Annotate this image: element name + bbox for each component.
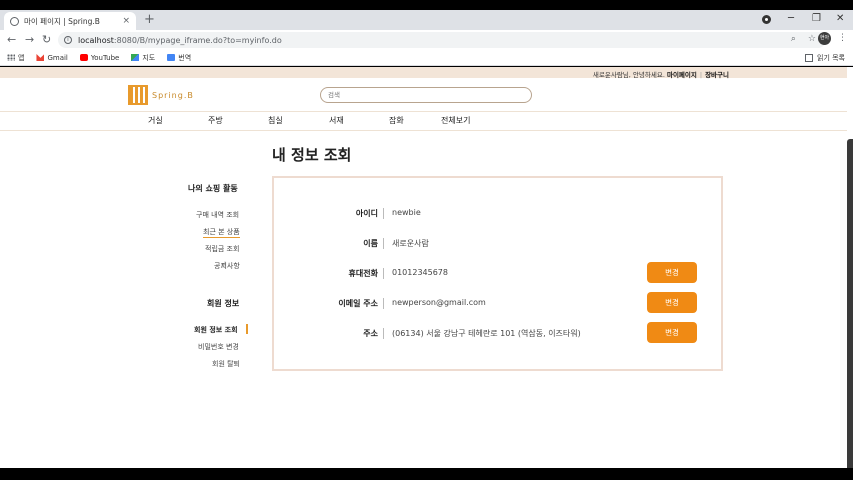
search-input[interactable] xyxy=(320,87,532,103)
row-divider xyxy=(383,268,384,279)
letterbox-bottom xyxy=(0,468,853,480)
new-tab-button[interactable]: + xyxy=(144,13,155,27)
apps-icon xyxy=(7,54,15,61)
gmail-icon xyxy=(36,54,45,61)
sidebar-item-member-info[interactable]: 회원 정보 조회 xyxy=(194,325,238,335)
logo-text: Spring.B xyxy=(152,90,194,100)
bookmark-maps[interactable]: 지도 xyxy=(131,53,155,63)
mypage-link[interactable]: 마이페이지 xyxy=(667,71,697,79)
tab-close-icon[interactable]: × xyxy=(122,16,130,26)
sidebar-shopping-heading: 나의 쇼핑 활동 xyxy=(188,184,238,193)
category-nav: 거실 주방 침실 서재 잡화 전체보기 xyxy=(0,114,847,130)
restore-button[interactable]: ❐ xyxy=(812,13,821,24)
value-phone: 01012345678 xyxy=(392,268,448,277)
label-phone: 휴대전화 xyxy=(348,269,378,278)
nav-kitchen[interactable]: 주방 xyxy=(208,115,223,126)
logo-mark-icon xyxy=(128,85,148,105)
change-email-button[interactable]: 변경 xyxy=(647,292,697,313)
label-id: 아이디 xyxy=(355,209,378,218)
nav-goods[interactable]: 잡화 xyxy=(389,115,404,126)
value-email: newperson@gmail.com xyxy=(392,298,486,307)
value-address: (06134) 서울 강남구 테헤란로 101 (역삼동, 이즈타워) xyxy=(392,329,581,338)
letterbox-top xyxy=(0,0,853,10)
row-divider xyxy=(383,208,384,219)
change-address-button[interactable]: 변경 xyxy=(647,322,697,343)
sidebar-item-points[interactable]: 적립금 조회 xyxy=(205,244,239,254)
youtube-icon xyxy=(79,54,88,61)
row-divider xyxy=(383,328,384,339)
cart-link[interactable]: 장바구니 xyxy=(705,71,729,79)
page-title: 내 정보 조회 xyxy=(272,146,352,164)
value-id: newbie xyxy=(392,208,421,217)
nav-living-room[interactable]: 거실 xyxy=(148,115,163,126)
mouse-cursor-icon: ☝ xyxy=(221,261,227,271)
page-scrollbar[interactable] xyxy=(847,139,853,468)
label-name: 이름 xyxy=(363,239,378,248)
page-viewport: 새로운사람님, 안녕하세요. 마이페이지|장바구니 Spring.B 거실 주방… xyxy=(0,67,853,468)
browser-toolbar: ← → ↻ i localhost:8080/B/mypage_iframe.d… xyxy=(0,30,853,50)
greeting-text: 새로운사람님, 안녕하세요. xyxy=(592,71,665,79)
browser-menu-icon[interactable]: ⋮ xyxy=(838,33,847,43)
address-bar[interactable]: i localhost:8080/B/mypage_iframe.do?to=m… xyxy=(58,32,826,48)
tab-title: 마이 페이지 | Spring.B xyxy=(24,16,100,26)
nav-all[interactable]: 전체보기 xyxy=(441,115,470,126)
browser-tab-strip: 마이 페이지 | Spring.B × + ─ ❐ ✕ xyxy=(0,10,853,30)
reading-list-button[interactable]: 읽기 목록 xyxy=(805,53,845,63)
record-icon[interactable] xyxy=(762,15,771,24)
minimize-button[interactable]: ─ xyxy=(788,13,794,24)
bookmark-apps[interactable]: 앱 xyxy=(7,53,24,63)
nav-bedroom[interactable]: 침실 xyxy=(268,115,283,126)
close-window-button[interactable]: ✕ xyxy=(836,13,844,24)
back-button[interactable]: ← xyxy=(7,33,16,46)
bookmark-translate[interactable]: 번역 xyxy=(167,53,191,63)
url-text: localhost:8080/B/mypage_iframe.do?to=myi… xyxy=(78,35,282,45)
label-address: 주소 xyxy=(363,329,378,338)
bookmark-gmail[interactable]: Gmail xyxy=(36,54,68,62)
bookmark-star-icon[interactable]: ☆ xyxy=(808,34,816,44)
change-phone-button[interactable]: 변경 xyxy=(647,262,697,283)
site-info-icon[interactable]: i xyxy=(64,36,72,44)
value-name: 새로운사람 xyxy=(392,239,429,248)
nav-divider xyxy=(0,130,847,131)
bookmark-youtube[interactable]: YouTube xyxy=(79,54,119,62)
header-divider xyxy=(0,111,847,112)
site-logo[interactable]: Spring.B xyxy=(128,85,194,105)
row-divider xyxy=(383,298,384,309)
globe-icon xyxy=(10,16,19,26)
bookmarks-bar: 앱 Gmail YouTube 지도 번역 읽기 목록 xyxy=(0,50,853,66)
reading-list-icon xyxy=(805,54,813,62)
translate-icon xyxy=(167,54,176,61)
label-email: 이메일 주소 xyxy=(338,299,378,308)
sidebar-item-recent[interactable]: 최근 본 상품 xyxy=(203,227,240,238)
active-indicator xyxy=(246,324,248,334)
user-top-strip: 새로운사람님, 안녕하세요. 마이페이지 | 장바구니 xyxy=(0,67,847,79)
nav-study[interactable]: 서재 xyxy=(329,115,344,126)
maps-icon xyxy=(131,54,140,61)
row-divider xyxy=(383,238,384,249)
browser-tab[interactable]: 마이 페이지 | Spring.B × xyxy=(4,12,136,30)
sidebar-member-heading: 회원 정보 xyxy=(207,299,240,308)
sidebar-item-withdraw[interactable]: 회원 탈퇴 xyxy=(212,359,240,369)
member-info-box: 아이디 newbie 이름 새로운사람 휴대전화 01012345678 변경 … xyxy=(272,176,723,371)
sidebar-item-orders[interactable]: 구매 내역 조회 xyxy=(196,210,239,220)
forward-button[interactable]: → xyxy=(25,33,34,46)
reload-button[interactable]: ↻ xyxy=(42,33,51,46)
sidebar-item-password[interactable]: 비밀번호 변경 xyxy=(198,342,239,352)
zoom-icon[interactable]: ⌕ xyxy=(791,34,796,44)
profile-avatar[interactable]: 현아 xyxy=(818,32,831,45)
